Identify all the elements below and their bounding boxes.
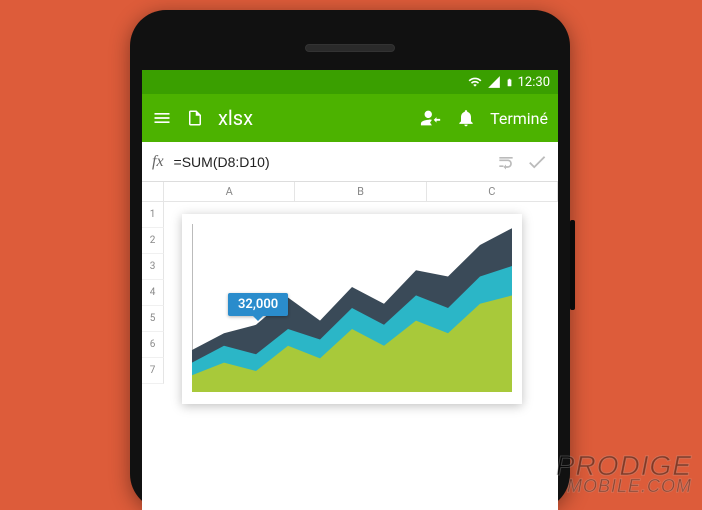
phone-volume-button	[570, 220, 575, 310]
embedded-chart[interactable]: 32,000	[182, 214, 522, 404]
bell-icon[interactable]	[456, 108, 476, 128]
column-headers: A B C	[142, 182, 558, 202]
col-header[interactable]: C	[427, 182, 558, 202]
col-header[interactable]: A	[164, 182, 295, 202]
document-icon	[186, 107, 204, 129]
battery-icon	[505, 75, 514, 90]
wifi-icon	[467, 75, 483, 89]
document-title: xlsx	[218, 106, 253, 130]
wrap-icon[interactable]	[496, 152, 516, 172]
formula-bar: fx	[142, 142, 558, 182]
col-header[interactable]: B	[295, 182, 426, 202]
menu-icon[interactable]	[152, 108, 172, 128]
phone-frame: 12:30 xlsx Terminé fx A B C 1	[130, 10, 570, 510]
share-people-icon[interactable]	[420, 107, 442, 129]
row-header[interactable]: 3	[142, 254, 164, 280]
status-bar: 12:30	[142, 70, 558, 94]
clock: 12:30	[518, 75, 550, 90]
watermark-line1: PRODIGE	[556, 453, 692, 478]
spreadsheet-grid[interactable]: A B C 1 2 3 4 5 6 7 32,000	[142, 182, 558, 482]
formula-input[interactable]	[174, 154, 486, 170]
phone-speaker	[305, 44, 395, 52]
row-header[interactable]: 1	[142, 202, 164, 228]
watermark-line2: MOBILE.COM	[556, 478, 692, 494]
watermark: PRODIGE MOBILE.COM	[556, 453, 692, 494]
row-header[interactable]: 5	[142, 306, 164, 332]
row-header[interactable]: 4	[142, 280, 164, 306]
chart-callout: 32,000	[228, 293, 288, 316]
screen: 12:30 xlsx Terminé fx A B C 1	[142, 70, 558, 510]
done-button[interactable]: Terminé	[490, 109, 548, 128]
fx-label: fx	[152, 153, 164, 171]
row-header[interactable]: 7	[142, 358, 164, 384]
confirm-check-icon[interactable]	[526, 151, 548, 173]
row-header[interactable]: 6	[142, 332, 164, 358]
app-bar: xlsx Terminé	[142, 94, 558, 142]
chart-callout-value: 32,000	[238, 297, 278, 312]
row-headers: 1 2 3 4 5 6 7	[142, 202, 164, 384]
row-header[interactable]: 2	[142, 228, 164, 254]
signal-icon	[487, 75, 501, 89]
